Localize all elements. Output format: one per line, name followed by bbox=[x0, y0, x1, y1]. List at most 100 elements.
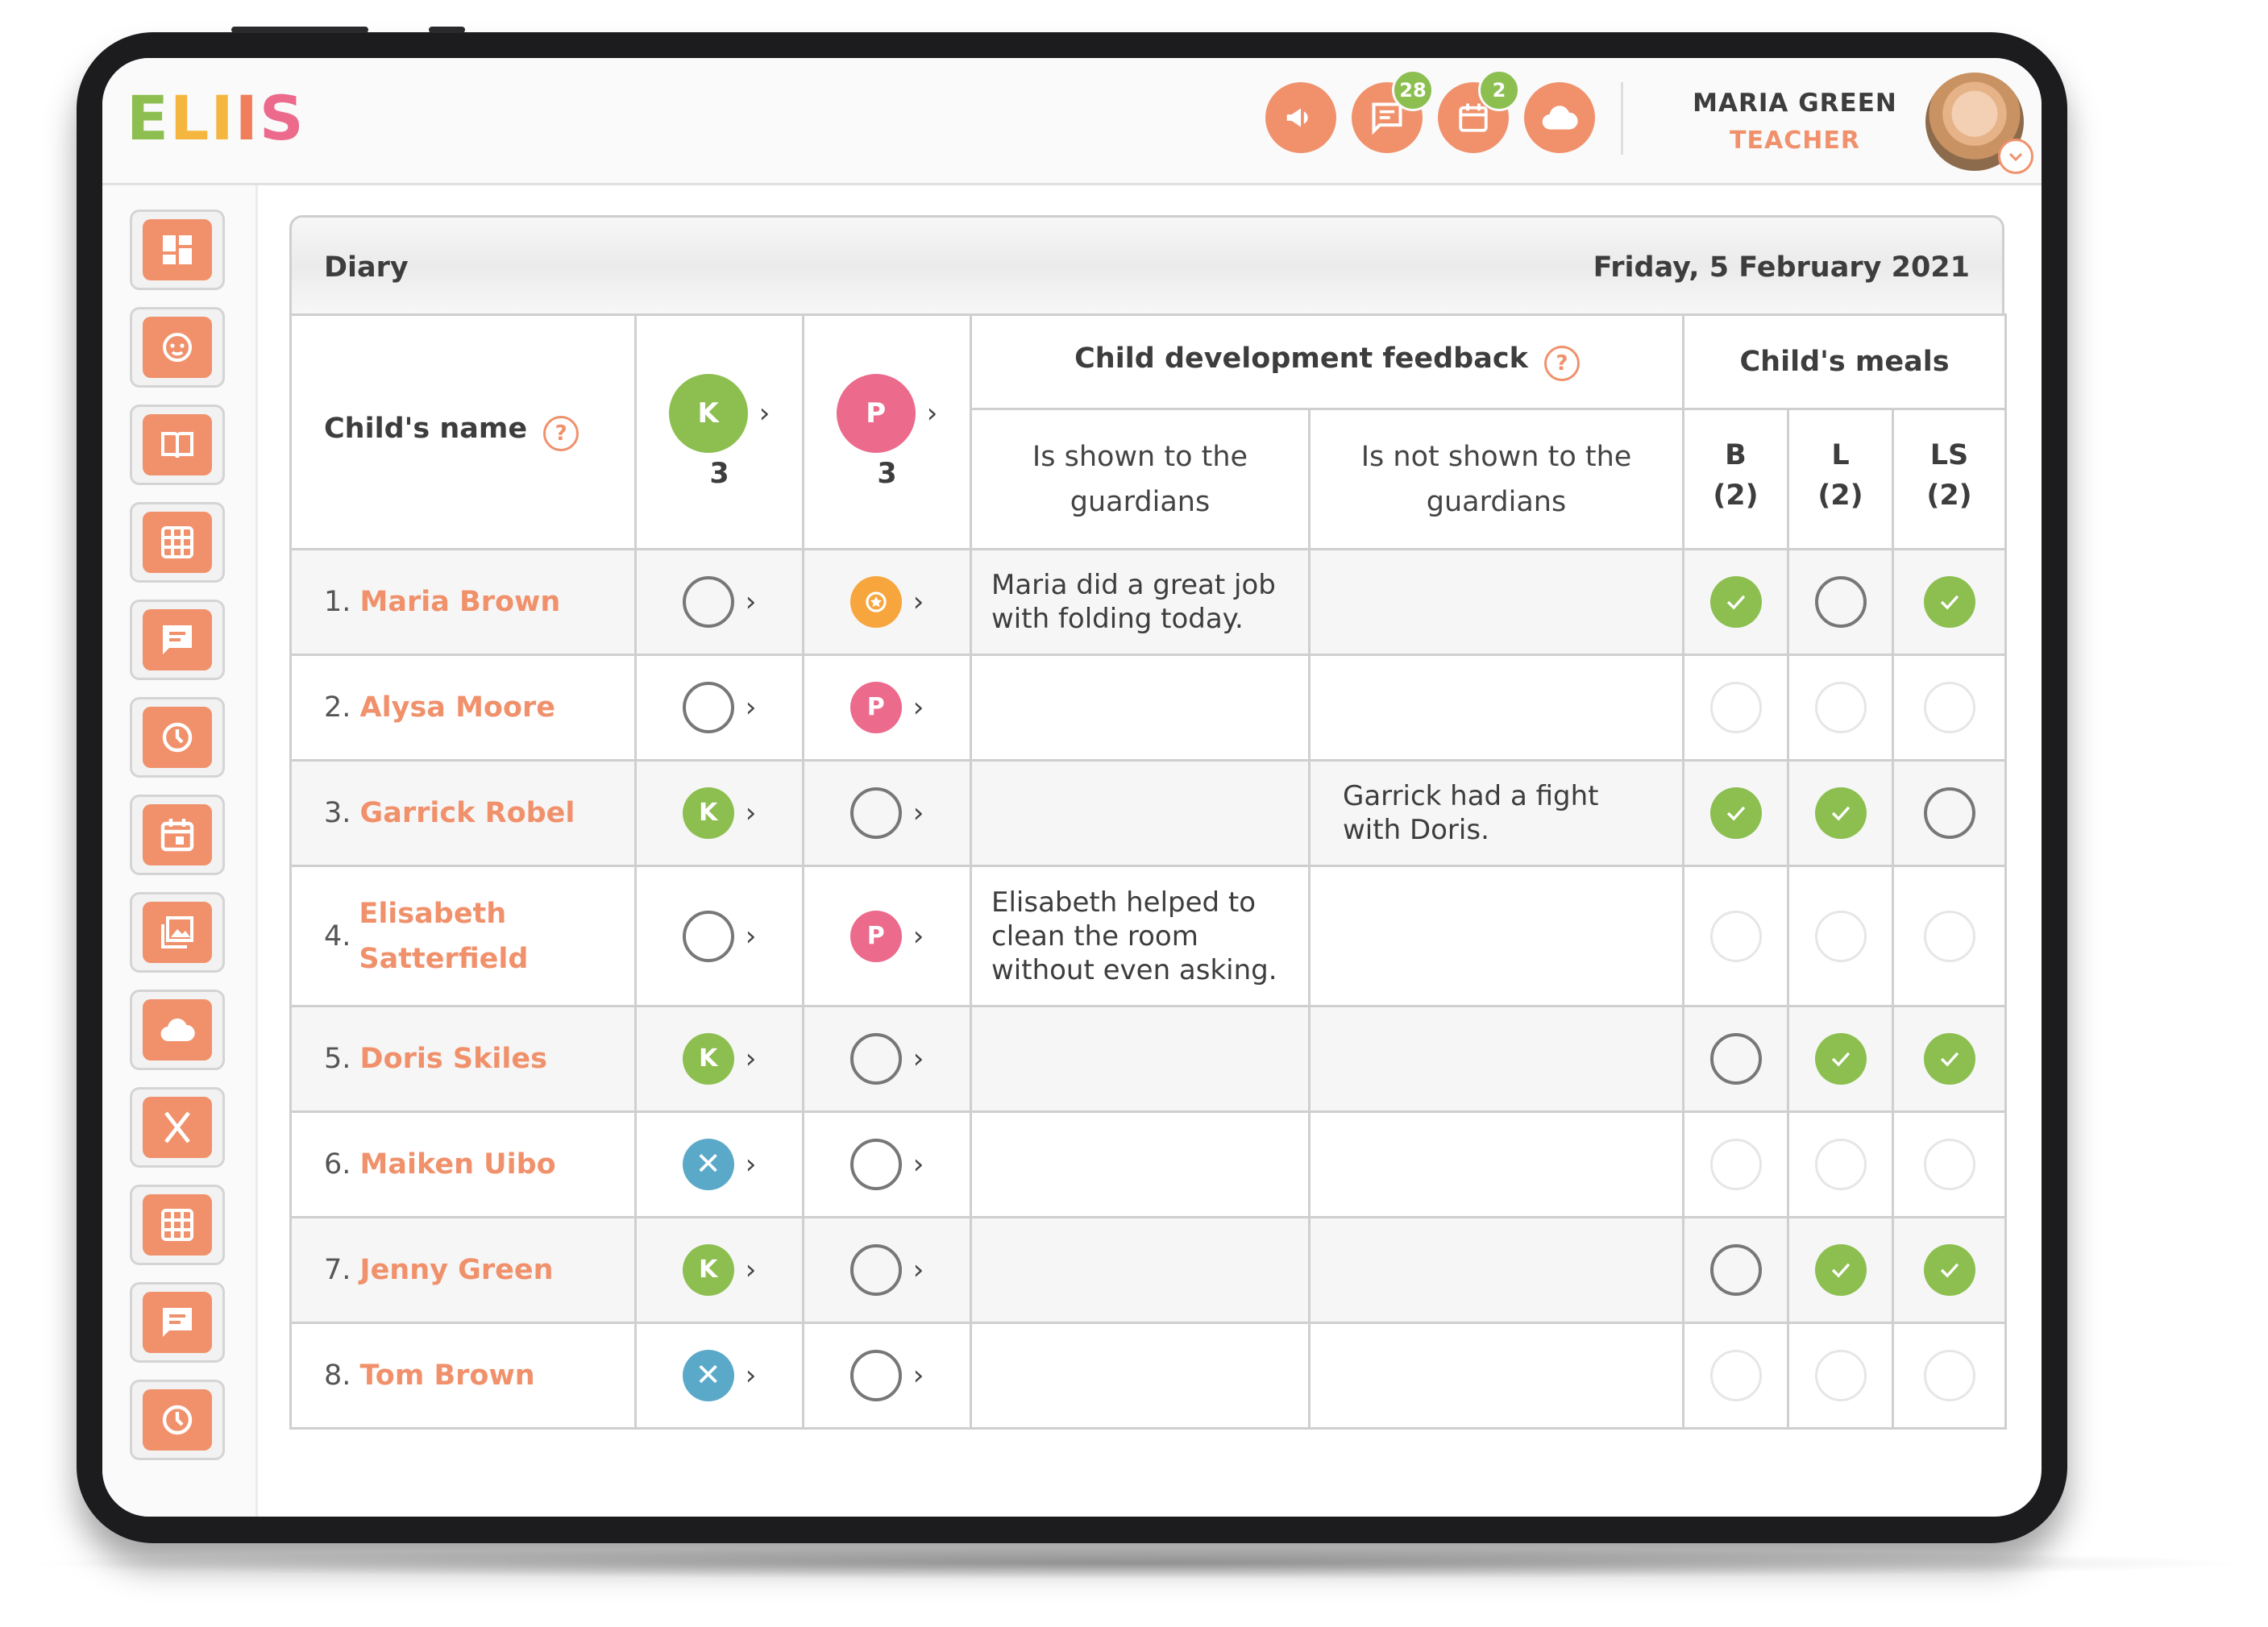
p-badge-icon[interactable]: P bbox=[849, 910, 902, 962]
shown-feedback-cell[interactable] bbox=[970, 1322, 1311, 1430]
child-name-link[interactable]: Garrick Robel bbox=[360, 797, 575, 829]
empty-circle-icon[interactable] bbox=[849, 787, 902, 839]
sidebar-item-chat[interactable] bbox=[130, 1282, 225, 1363]
chevron-right-icon[interactable]: › bbox=[746, 586, 757, 618]
shown-feedback-cell[interactable] bbox=[970, 654, 1311, 762]
chevron-right-icon[interactable]: › bbox=[913, 586, 924, 618]
diary-panel: Diary Friday, 5 February 2021 Child's na… bbox=[289, 215, 2008, 1430]
empty-circle-icon[interactable] bbox=[1923, 787, 1975, 839]
sidebar-item-chat[interactable] bbox=[130, 600, 225, 680]
eliis-logo[interactable]: ELIIS bbox=[127, 82, 305, 154]
sidebar-item-clock[interactable] bbox=[130, 1380, 225, 1460]
empty-circle-icon[interactable] bbox=[849, 1139, 902, 1190]
k-badge-icon[interactable]: K bbox=[682, 1244, 734, 1296]
shown-feedback-cell[interactable]: Maria did a great job with folding today… bbox=[970, 548, 1311, 656]
kindergarten-column-header[interactable]: K › 3 bbox=[634, 313, 804, 550]
child-name-cell: 1. Maria Brown bbox=[289, 548, 637, 656]
chevron-right-icon[interactable]: › bbox=[913, 691, 924, 724]
check-icon[interactable] bbox=[1923, 1033, 1975, 1085]
check-icon[interactable] bbox=[1709, 576, 1762, 628]
chevron-right-icon[interactable]: › bbox=[913, 1254, 924, 1286]
announcements-button[interactable] bbox=[1265, 82, 1336, 153]
empty-circle-icon[interactable] bbox=[849, 1244, 902, 1296]
sidebar-item-book[interactable] bbox=[130, 405, 225, 485]
not-shown-feedback-cell[interactable] bbox=[1308, 1005, 1684, 1113]
empty-circle-icon[interactable] bbox=[682, 576, 734, 628]
child-name-link[interactable]: Doris Skiles bbox=[360, 1043, 547, 1075]
sidebar-item-gallery[interactable] bbox=[130, 892, 225, 973]
chevron-right-icon[interactable]: › bbox=[746, 1043, 757, 1075]
sidebar-item-cutlery[interactable] bbox=[130, 1087, 225, 1168]
chevron-right-icon[interactable]: › bbox=[746, 1254, 757, 1286]
shown-feedback-cell[interactable] bbox=[970, 1110, 1311, 1218]
empty-circle-icon[interactable] bbox=[1814, 576, 1867, 628]
sidebar-item-calendar[interactable] bbox=[130, 795, 225, 875]
calendar-button[interactable]: 2 bbox=[1438, 69, 1520, 153]
not-shown-feedback-cell[interactable] bbox=[1308, 1216, 1684, 1324]
child-name-link[interactable]: Alysa Moore bbox=[360, 691, 555, 724]
not-shown-feedback-cell[interactable] bbox=[1308, 865, 1684, 1007]
empty-circle-icon[interactable] bbox=[682, 910, 734, 962]
absent-x-icon[interactable]: ✕ bbox=[682, 1139, 734, 1190]
check-icon[interactable] bbox=[1814, 1244, 1867, 1296]
chevron-right-icon[interactable]: › bbox=[913, 797, 924, 829]
k-status-cell: › bbox=[634, 654, 804, 762]
check-icon[interactable] bbox=[1923, 576, 1975, 628]
shown-feedback-cell[interactable]: Elisabeth helped to clean the room witho… bbox=[970, 865, 1311, 1007]
check-icon[interactable] bbox=[1814, 787, 1867, 839]
p-badge-icon[interactable]: P bbox=[849, 682, 902, 733]
chevron-right-icon[interactable]: › bbox=[746, 691, 757, 724]
absent-x-icon[interactable]: ✕ bbox=[682, 1350, 734, 1401]
sidebar-item-grid[interactable] bbox=[130, 502, 225, 583]
help-icon[interactable]: ? bbox=[1543, 346, 1580, 382]
chevron-right-icon[interactable]: › bbox=[913, 920, 924, 953]
not-shown-feedback-cell[interactable] bbox=[1308, 1110, 1684, 1218]
child-name-link[interactable]: Jenny Green bbox=[360, 1254, 554, 1286]
device-button bbox=[231, 27, 368, 33]
shown-feedback-cell[interactable] bbox=[970, 759, 1311, 867]
not-shown-feedback-cell[interactable] bbox=[1308, 654, 1684, 762]
sidebar-item-cloud[interactable] bbox=[130, 990, 225, 1070]
not-shown-feedback-cell[interactable] bbox=[1308, 548, 1684, 656]
sidebar-item-child-face[interactable] bbox=[130, 307, 225, 388]
child-name-link[interactable]: Maria Brown bbox=[360, 586, 561, 618]
chevron-right-icon[interactable]: › bbox=[913, 1148, 924, 1181]
child-name-link[interactable]: Maiken Uibo bbox=[360, 1148, 556, 1181]
inactive-circle-icon bbox=[1814, 682, 1867, 733]
cloud-button[interactable] bbox=[1524, 82, 1595, 153]
user-avatar[interactable] bbox=[1925, 73, 2033, 174]
not-shown-feedback-cell[interactable] bbox=[1308, 1322, 1684, 1430]
sidebar-item-grid[interactable] bbox=[130, 1185, 225, 1265]
empty-circle-icon[interactable] bbox=[849, 1033, 902, 1085]
child-name-link[interactable]: Tom Brown bbox=[360, 1359, 535, 1392]
chevron-right-icon[interactable]: › bbox=[913, 1359, 924, 1392]
inactive-circle-icon bbox=[1814, 1350, 1867, 1401]
shown-feedback-cell[interactable] bbox=[970, 1005, 1311, 1113]
p-column-header[interactable]: P › 3 bbox=[802, 313, 972, 550]
chevron-right-icon[interactable]: › bbox=[746, 920, 757, 953]
chevron-right-icon[interactable]: › bbox=[746, 797, 757, 829]
empty-circle-icon[interactable] bbox=[1709, 1244, 1762, 1296]
empty-circle-icon[interactable] bbox=[849, 1350, 902, 1401]
chevron-down-icon[interactable] bbox=[1998, 139, 2033, 174]
shown-feedback-cell[interactable] bbox=[970, 1216, 1311, 1324]
check-icon[interactable] bbox=[1814, 1033, 1867, 1085]
sidebar-item-dashboard[interactable] bbox=[130, 210, 225, 290]
check-icon[interactable] bbox=[1709, 787, 1762, 839]
chevron-right-icon[interactable]: › bbox=[913, 1043, 924, 1075]
k-badge-icon[interactable]: K bbox=[682, 1033, 734, 1085]
check-icon[interactable] bbox=[1923, 1244, 1975, 1296]
star-icon[interactable] bbox=[849, 576, 902, 628]
logo-letter: S bbox=[259, 82, 305, 154]
not-shown-feedback-cell[interactable]: Garrick had a fight with Doris. bbox=[1308, 759, 1684, 867]
k-status-cell: › bbox=[634, 865, 804, 1007]
k-badge-icon[interactable]: K bbox=[682, 787, 734, 839]
empty-circle-icon[interactable] bbox=[1709, 1033, 1762, 1085]
child-name-link[interactable]: Elisabeth Satterfield bbox=[359, 891, 536, 982]
messages-button[interactable]: 28 bbox=[1352, 69, 1434, 153]
chevron-right-icon[interactable]: › bbox=[746, 1359, 757, 1392]
empty-circle-icon[interactable] bbox=[682, 682, 734, 733]
chevron-right-icon[interactable]: › bbox=[746, 1148, 757, 1181]
help-icon[interactable]: ? bbox=[543, 416, 579, 452]
sidebar-item-clock[interactable] bbox=[130, 697, 225, 778]
